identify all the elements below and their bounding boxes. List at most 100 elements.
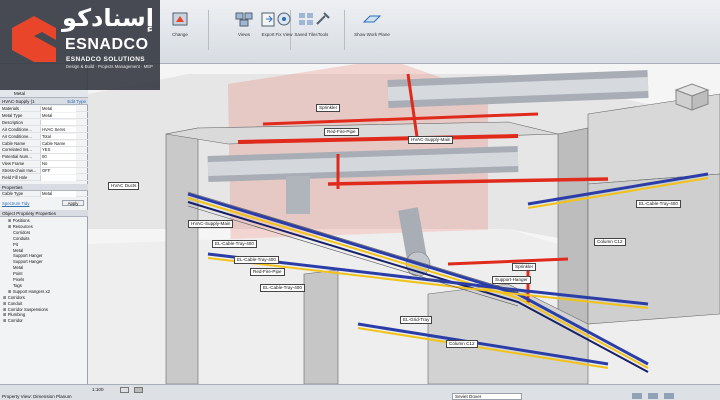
callout-red-fire-pipe-top[interactable]: Red-Fire-Pipe bbox=[324, 128, 359, 136]
property-key: Stress-chain Inw... bbox=[2, 168, 37, 174]
spectrum-tidy-link[interactable]: Spectrum Tidy bbox=[2, 201, 29, 206]
callout-column-c12-right[interactable]: Column C12 bbox=[594, 238, 626, 246]
3d-viewport[interactable]: Sprinkler Red-Fire-Pipe HVAC-Supply-Main… bbox=[88, 64, 720, 384]
property-value[interactable]: 00 bbox=[40, 154, 76, 160]
ribbon-tools-button[interactable]: Tools bbox=[306, 8, 340, 50]
browser-tree-label: Metal bbox=[13, 265, 24, 271]
browser-tree-item[interactable]: ⊞ Support Hangers x2 bbox=[8, 289, 50, 295]
browser-tree-item[interactable]: Point bbox=[13, 271, 23, 277]
selection-icon[interactable] bbox=[648, 393, 658, 399]
properties-row[interactable]: Materials Metal bbox=[0, 106, 88, 113]
edit-type-button[interactable]: Edit Type bbox=[67, 98, 86, 105]
browser-tree-label: Corridors bbox=[13, 229, 31, 235]
properties-row[interactable]: Cable Type Metal bbox=[0, 191, 88, 198]
callout-el-cable-tray-400-b[interactable]: EL-Cable-Tray-400 bbox=[234, 256, 279, 264]
callout-sprinkler-top[interactable]: Sprinkler bbox=[316, 104, 341, 112]
property-value[interactable]: Cable Name bbox=[40, 140, 76, 147]
browser-tree-item[interactable]: Support Hanger bbox=[13, 253, 43, 259]
ribbon-label: Tools bbox=[317, 32, 329, 37]
ribbon-show-work-plane-button[interactable]: Show Work Plane bbox=[350, 8, 394, 50]
browser-tree-label: Plumbing bbox=[7, 312, 26, 318]
family-row[interactable]: HVAC-Supply (1 Edit Type bbox=[0, 98, 88, 105]
browser-tree-item[interactable]: Metal bbox=[13, 248, 23, 254]
design-option-select[interactable]: Seviet Dover bbox=[452, 393, 522, 400]
browser-tree-label: Pixels bbox=[13, 277, 25, 282]
browser-tree-item[interactable]: ⊞ Corridor Suspensions bbox=[3, 307, 48, 313]
callout-el-grid-tray[interactable]: EL-Grid-Tray bbox=[400, 316, 433, 324]
property-value[interactable]: No bbox=[40, 161, 76, 167]
properties-row[interactable]: Field Fill Hole bbox=[0, 175, 88, 182]
view-scale[interactable]: 1:100 bbox=[92, 387, 104, 392]
ribbon-change-button[interactable]: Change bbox=[158, 8, 202, 50]
status-bar: Property View: Dimension Planum 1:100 Se… bbox=[0, 384, 720, 400]
properties-row[interactable]: Stress-chain Inw... OFF bbox=[0, 168, 88, 175]
browser-tree-item[interactable]: Tags bbox=[13, 283, 22, 289]
browser-tree-item[interactable]: Conduits bbox=[13, 236, 30, 242]
browser-tree-label: Point bbox=[13, 271, 23, 277]
properties-row[interactable]: Description bbox=[0, 119, 88, 127]
visual-style-icon[interactable] bbox=[134, 387, 143, 393]
filter-icon[interactable] bbox=[632, 393, 642, 399]
browser-tree-label: Conduits bbox=[13, 235, 30, 241]
esnadco-mark-icon bbox=[12, 16, 56, 62]
revit-window: Change Views Export Fix View Saved Tiles bbox=[0, 0, 720, 400]
tools-icon bbox=[316, 12, 330, 25]
property-key: Field Fill Hole bbox=[2, 175, 28, 180]
properties-row[interactable]: Potential Num... 00 bbox=[0, 154, 88, 161]
properties-row[interactable]: Cable Name Cable Name bbox=[0, 140, 88, 147]
view-cube[interactable] bbox=[674, 83, 710, 111]
property-value[interactable]: Metal bbox=[40, 191, 76, 197]
property-value[interactable]: Metal bbox=[40, 106, 76, 112]
callout-el-cable-tray-400-c[interactable]: EL-Cable-Tray-400 bbox=[260, 284, 305, 292]
property-value[interactable]: Metal bbox=[40, 112, 76, 119]
property-value[interactable]: HVAC Servs bbox=[40, 126, 76, 133]
work-plane-icon bbox=[362, 15, 382, 23]
property-key: Description bbox=[2, 119, 23, 125]
browser-tree-item[interactable]: Corridors bbox=[13, 230, 30, 236]
browser-tree-label: Support Hangers x2 bbox=[12, 288, 50, 294]
callout-sprinkler[interactable]: Sprinkler bbox=[512, 263, 537, 271]
detail-level-icon[interactable] bbox=[120, 387, 129, 393]
browser-tree-label: Support Hanger bbox=[13, 253, 43, 259]
browser-tree-item[interactable]: ⊞ Conduit bbox=[3, 301, 22, 307]
properties-row[interactable]: Metal Type Metal bbox=[0, 112, 88, 120]
browser-tree-item[interactable]: ⊞ Positions bbox=[8, 218, 30, 224]
browser-tree-label: Support Hanger bbox=[13, 259, 43, 265]
property-value[interactable] bbox=[40, 119, 76, 126]
callout-hvac-supply-main[interactable]: HVAC-Supply-Main bbox=[188, 220, 234, 228]
callout-red-fire-pipe[interactable]: Red-Fire-Pipe bbox=[250, 268, 285, 276]
property-value[interactable] bbox=[40, 175, 76, 181]
properties-row[interactable]: Air Conditione... HVAC Servs bbox=[0, 126, 88, 134]
browser-tree-label: Conduit bbox=[7, 300, 23, 306]
callout-el-cable-tray-400-right[interactable]: EL-Cable-Tray-400 bbox=[636, 200, 681, 208]
property-key: Potential Num... bbox=[2, 154, 32, 160]
type-selector[interactable]: Metal bbox=[0, 90, 88, 98]
browser-tree-item[interactable]: Pit bbox=[13, 242, 18, 248]
browser-tree-item[interactable]: Metal bbox=[13, 265, 23, 271]
callout-el-cable-tray-400-a[interactable]: EL-Cable-Tray-400 bbox=[212, 240, 257, 248]
browser-title: Object Propriety Properties bbox=[0, 210, 88, 217]
properties-row[interactable]: Air Conditione... Total bbox=[0, 133, 88, 140]
properties-row[interactable]: Correlated Ins... YES bbox=[0, 147, 88, 154]
browser-tree-item[interactable]: ⊞ Plumbing bbox=[3, 312, 25, 318]
properties-row[interactable]: View Frame No bbox=[0, 161, 88, 168]
browser-tree-item[interactable]: ⊞ Corridor bbox=[3, 318, 23, 324]
callout-support-hanger[interactable]: Support-Hanger bbox=[492, 276, 531, 284]
property-key: View Frame bbox=[2, 161, 25, 167]
callout-hvac-ducts[interactable]: HVAC Ducts bbox=[108, 182, 140, 190]
browser-tree-item[interactable]: ⊞ Resources bbox=[8, 224, 33, 230]
property-value[interactable]: OFF bbox=[40, 168, 76, 174]
type-selector-value: Metal bbox=[14, 91, 26, 96]
property-value[interactable]: Total bbox=[40, 133, 76, 140]
browser-tree-label: Corridors bbox=[7, 294, 25, 300]
property-key: Cable Name bbox=[2, 140, 26, 146]
worksets-icon[interactable] bbox=[664, 393, 674, 399]
browser-tree-item[interactable]: ⊞ Corridors bbox=[3, 295, 25, 301]
browser-tree-item[interactable]: Support Hanger bbox=[13, 259, 43, 265]
property-key: Air Conditione... bbox=[2, 133, 32, 139]
callout-hvac-supply-main-top[interactable]: HVAC-Supply-Main bbox=[408, 136, 454, 144]
properties-apply-button[interactable]: Apply bbox=[62, 200, 84, 206]
browser-tree-item[interactable]: Pixels bbox=[13, 277, 24, 283]
callout-column-c12-bottom[interactable]: Column C12 bbox=[446, 340, 478, 348]
property-value[interactable]: YES bbox=[40, 147, 76, 153]
